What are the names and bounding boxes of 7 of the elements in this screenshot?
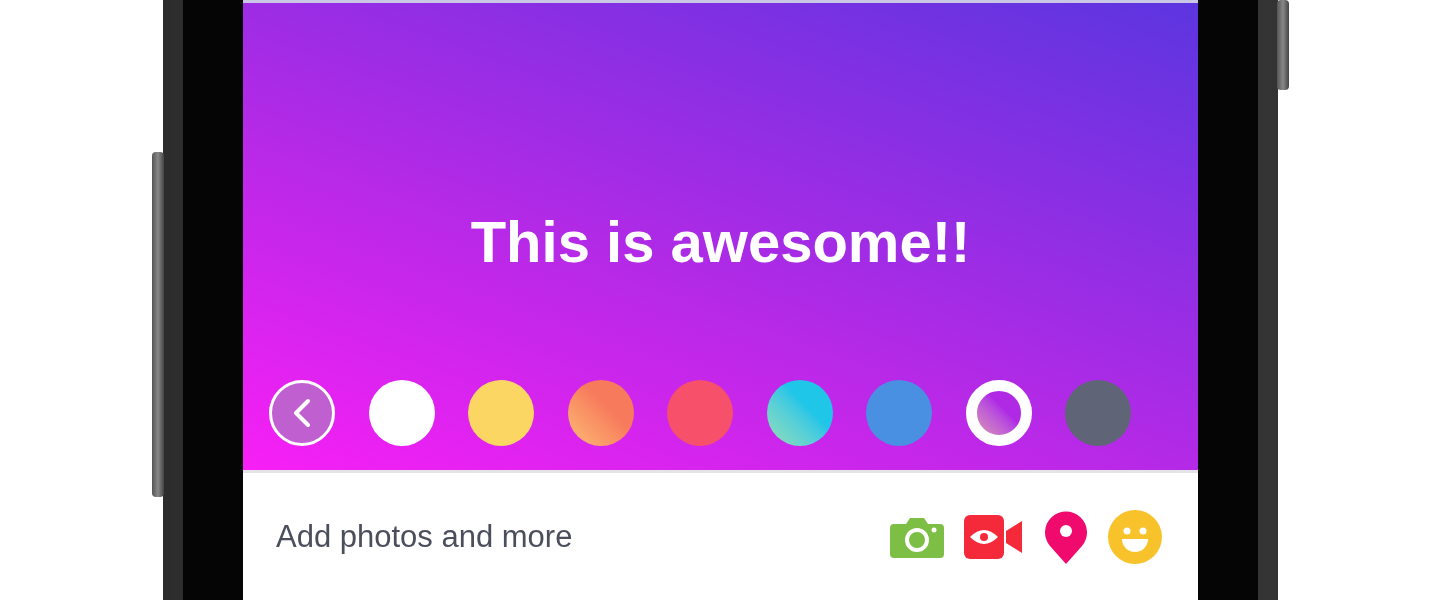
video-camera-icon[interactable]	[964, 514, 1024, 559]
smiley-icon[interactable]	[1108, 509, 1162, 564]
post-text[interactable]: This is awesome!!	[470, 208, 971, 275]
location-pin-icon[interactable]	[1044, 509, 1088, 564]
camera-icon[interactable]	[890, 515, 944, 558]
add-photos-label[interactable]: Add photos and more	[276, 518, 573, 555]
chevron-left-icon	[292, 398, 312, 428]
